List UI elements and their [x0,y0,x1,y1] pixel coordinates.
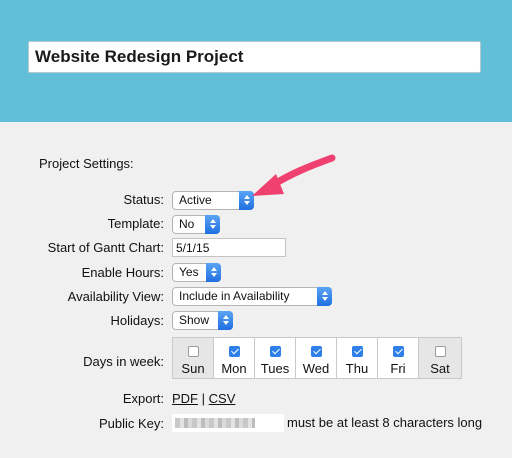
export-pdf-link[interactable]: PDF [172,391,198,406]
availability-view-value: Include in Availability [179,289,290,303]
export-links: PDF | CSV [172,391,235,406]
public-key-input[interactable] [172,414,284,432]
chevron-up-down-icon [218,311,233,330]
day-sat-checkbox[interactable] [434,346,446,357]
template-label: Template: [107,216,164,231]
gantt-start-input[interactable] [172,238,286,257]
section-title: Project Settings: [39,156,134,171]
enable-hours-value: Yes [179,265,199,279]
days-in-week-label: Days in week: [83,354,164,369]
chevron-up-down-icon [206,263,221,282]
chevron-up-down-icon [205,215,220,234]
project-header [0,0,512,122]
template-select[interactable]: No [172,215,220,234]
status-label: Status: [123,192,164,207]
day-thu[interactable]: Thu [337,338,378,378]
enable-hours-select[interactable]: Yes [172,263,221,282]
day-wed-checkbox[interactable] [310,346,322,357]
holidays-value: Show [179,313,210,327]
days-in-week-group: Sun Mon Tues Wed Thu Fri Sat [172,337,462,379]
day-fri[interactable]: Fri [378,338,419,378]
day-wed-label: Wed [302,361,330,376]
pointer-arrow-icon [252,154,336,196]
redacted-key-value [175,418,255,428]
day-sun-checkbox[interactable] [187,346,199,357]
export-label: Export: [122,391,164,406]
public-key-hint: must be at least 8 characters long [287,415,483,430]
day-mon-checkbox[interactable] [228,346,240,357]
holidays-label: Holidays: [110,313,164,328]
status-value: Active [179,193,212,207]
chevron-up-down-icon [317,287,332,306]
export-separator: | [201,391,206,406]
day-tues[interactable]: Tues [255,338,296,378]
day-mon-label: Mon [221,361,247,376]
project-title-input[interactable] [28,41,481,73]
export-csv-link[interactable]: CSV [209,391,236,406]
enable-hours-label: Enable Hours: [81,265,164,280]
gantt-start-label: Start of Gantt Chart: [47,240,164,255]
availability-view-label: Availability View: [67,289,164,304]
day-sun[interactable]: Sun [173,338,214,378]
availability-view-select[interactable]: Include in Availability [172,287,332,306]
day-tues-checkbox[interactable] [269,346,281,357]
day-tues-label: Tues [260,361,290,376]
day-fri-checkbox[interactable] [392,346,404,357]
day-sun-label: Sun [181,361,205,376]
day-sat-label: Sat [430,361,450,376]
day-mon[interactable]: Mon [214,338,255,378]
day-wed[interactable]: Wed [296,338,337,378]
day-thu-checkbox[interactable] [351,346,363,357]
public-key-label: Public Key: [98,416,164,431]
holidays-select[interactable]: Show [172,311,233,330]
day-fri-label: Fri [390,361,406,376]
day-sat[interactable]: Sat [419,338,461,378]
day-thu-label: Thu [345,361,369,376]
template-value: No [179,217,195,231]
